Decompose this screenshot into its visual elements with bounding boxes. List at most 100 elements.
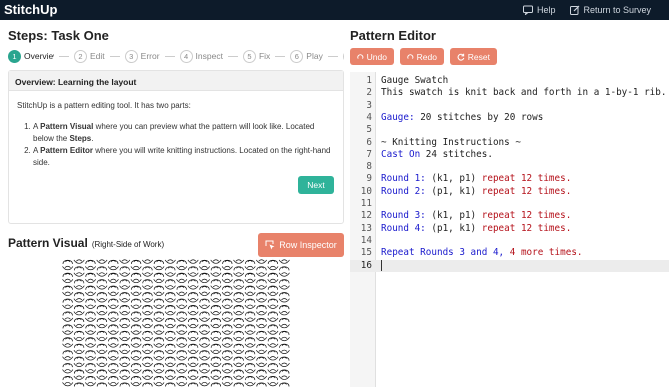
- code-line[interactable]: 2 This swatch is knit back and forth in a…: [350, 87, 669, 99]
- purl-stitch: [130, 265, 142, 271]
- knit-stitch: [74, 266, 85, 271]
- app-title[interactable]: StitchUp: [4, 2, 57, 17]
- knit-stitch: [233, 279, 244, 284]
- purl-stitch: [244, 369, 256, 374]
- knit-stitch: [62, 311, 73, 316]
- purl-stitch: [267, 356, 279, 361]
- knit-stitch: [222, 272, 233, 277]
- code-editor[interactable]: 1 Gauge Swatch 2 This swatch is knit back a…: [350, 72, 669, 387]
- code-line[interactable]: 4 Gauge: 20 stitches by 20 rows: [350, 112, 669, 124]
- purl-stitch: [199, 356, 210, 361]
- purl-stitch: [119, 336, 131, 342]
- line-number: 5: [366, 124, 372, 136]
- purl-stitch: [210, 362, 222, 367]
- line-number: 12: [360, 210, 372, 222]
- code-line[interactable]: 10 Round 2: (p1, k1) repeat 12 times.: [350, 186, 669, 198]
- help-label: Help: [537, 5, 556, 15]
- code-line[interactable]: 3: [350, 100, 669, 112]
- knit-stitch: [210, 292, 221, 297]
- purl-stitch: [73, 349, 85, 354]
- knit-stitch: [222, 337, 233, 342]
- reset-button[interactable]: Reset: [450, 48, 497, 65]
- knit-stitch: [96, 317, 107, 323]
- knit-stitch: [176, 324, 187, 329]
- purl-stitch: [176, 381, 188, 387]
- code-line[interactable]: 5: [350, 124, 669, 136]
- knit-stitch: [62, 363, 73, 368]
- code-line[interactable]: 15 Repeat Rounds 3 and 4, 4 more times.: [350, 247, 669, 259]
- next-button[interactable]: Next: [298, 176, 334, 194]
- purl-stitch: [153, 343, 165, 348]
- knit-stitch: [119, 292, 130, 297]
- knit-stitch: [119, 317, 130, 323]
- knit-stitch: [85, 298, 96, 303]
- code-line[interactable]: 7 Cast On 24 stitches.: [350, 149, 669, 161]
- purl-stitch: [130, 304, 142, 309]
- knit-stitch: [245, 363, 256, 368]
- step-edit[interactable]: 2 Edit: [74, 49, 105, 63]
- line-number: 9: [366, 173, 372, 185]
- code-line[interactable]: 16: [350, 259, 669, 272]
- knitting-pattern-visual[interactable]: [62, 258, 290, 387]
- line-number: 16: [360, 259, 372, 271]
- knit-stitch: [176, 375, 187, 381]
- line-number: 2: [366, 87, 372, 99]
- code-line[interactable]: 6 ~ Knitting Instructions ~: [350, 137, 669, 149]
- knit-stitch: [85, 350, 96, 355]
- knit-stitch: [188, 317, 199, 323]
- knit-stitch: [96, 330, 107, 335]
- line-number: 14: [360, 234, 372, 246]
- code-text: Gauge Swatch: [381, 75, 449, 86]
- step-fix[interactable]: 5 Fix: [242, 49, 270, 63]
- code-line[interactable]: 14: [350, 235, 669, 247]
- knit-stitch: [233, 266, 244, 271]
- purl-stitch: [278, 272, 290, 277]
- purl-stitch: [130, 278, 142, 284]
- purl-stitch: [233, 323, 245, 329]
- code-line[interactable]: 9 Round 1: (k1, p1) repeat 12 times.: [350, 173, 669, 185]
- row-inspector-button[interactable]: Row Inspector: [258, 233, 344, 257]
- help-link[interactable]: Help: [523, 5, 556, 15]
- step-inst[interactable]: 7Inst.: [342, 49, 344, 63]
- knit-stitch: [142, 266, 153, 271]
- knit-stitch: [267, 375, 278, 381]
- knit-stitch: [233, 305, 244, 310]
- code-line[interactable]: 8: [350, 161, 669, 173]
- code-line[interactable]: 11: [350, 198, 669, 210]
- code-line[interactable]: 12 Round 3: (k1, p1) repeat 12 times.: [350, 210, 669, 222]
- return-to-survey-link[interactable]: Return to Survey: [569, 5, 651, 15]
- knit-stitch: [165, 382, 176, 387]
- undo-button[interactable]: Undo: [350, 48, 394, 65]
- purl-stitch: [153, 381, 165, 387]
- knit-stitch: [62, 285, 73, 290]
- code-line[interactable]: 13 Round 4: (p1, k1) repeat 12 times.: [350, 223, 669, 235]
- knit-stitch: [279, 317, 290, 323]
- code-line[interactable]: 1 Gauge Swatch: [350, 75, 669, 87]
- purl-stitch: [62, 330, 74, 335]
- knit-stitch: [176, 285, 187, 290]
- step-overview[interactable]: 1Overview: [8, 49, 54, 63]
- knit-stitch: [256, 369, 267, 374]
- code-text: Gauge: 20 stitches by 20 rows: [381, 111, 544, 123]
- purl-stitch: [244, 265, 256, 271]
- knit-stitch: [267, 350, 278, 355]
- line-number: 4: [366, 111, 372, 123]
- knit-stitch: [142, 292, 153, 297]
- purl-stitch: [210, 259, 222, 264]
- undo-icon: [357, 53, 364, 59]
- purl-stitch: [187, 298, 199, 303]
- knit-stitch: [279, 292, 290, 297]
- purl-stitch: [119, 285, 131, 290]
- purl-stitch: [164, 298, 176, 303]
- purl-stitch: [244, 304, 256, 309]
- knit-stitch: [210, 266, 221, 271]
- purl-stitch: [130, 356, 142, 361]
- step-inspect[interactable]: 4 Inspect: [179, 49, 223, 63]
- purl-stitch: [107, 369, 119, 374]
- knit-stitch: [210, 279, 221, 284]
- knit-stitch: [210, 317, 221, 323]
- knit-stitch: [142, 317, 153, 323]
- step-error[interactable]: 3 Error: [124, 49, 160, 63]
- step-play[interactable]: 6 Play: [290, 49, 323, 63]
- redo-button[interactable]: Redo: [400, 48, 444, 65]
